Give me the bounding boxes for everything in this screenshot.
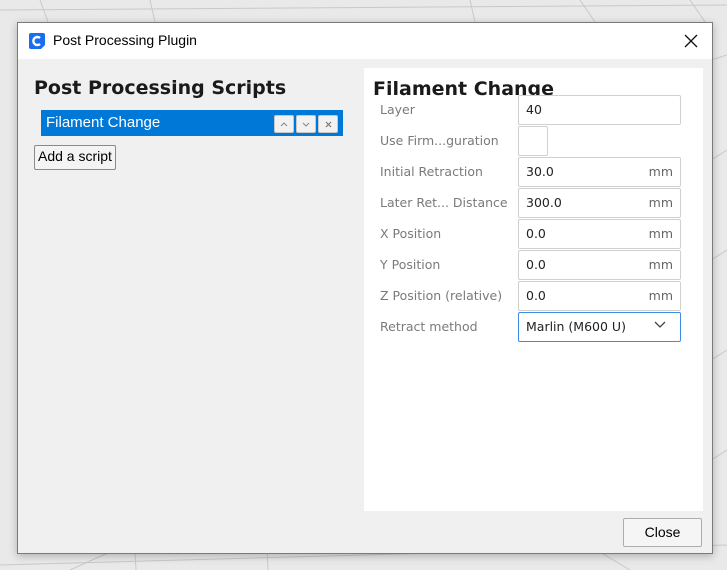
field-value: 40 [526,102,542,117]
setting-label: Initial Retraction [380,164,483,179]
use-firmware-configuration-checkbox[interactable] [518,126,548,156]
select-value: Marlin (M600 U) [526,319,626,334]
x-position-input[interactable]: 0.0 mm [518,219,681,249]
setting-label: Use Firm...guration [380,133,499,148]
setting-label: Layer [380,102,415,117]
field-value: 0.0 [526,226,546,241]
setting-row-initial-retraction: Initial Retraction 30.0 mm [364,157,703,188]
close-icon [684,34,698,48]
retract-method-select[interactable]: Marlin (M600 U) [518,312,681,342]
y-position-input[interactable]: 0.0 mm [518,250,681,280]
move-down-button[interactable] [296,115,316,133]
chevron-down-icon [302,122,310,127]
field-unit: mm [648,288,673,303]
setting-label: Retract method [380,319,478,334]
title-bar[interactable]: Post Processing Plugin [18,23,712,59]
later-retraction-distance-input[interactable]: 300.0 mm [518,188,681,218]
close-button[interactable]: Close [623,518,702,547]
field-unit: mm [648,226,673,241]
field-value: 30.0 [526,164,554,179]
script-settings-panel: Filament Change Layer 40 Use Firm...gura… [364,68,703,511]
window-title: Post Processing Plugin [53,32,197,48]
field-value: 300.0 [526,195,562,210]
script-item-label: Filament Change [46,114,161,131]
setting-row-use-firmware-configuration: Use Firm...guration [364,126,703,157]
setting-label: X Position [380,226,442,241]
close-icon [325,121,331,127]
field-unit: mm [648,257,673,272]
z-position-input[interactable]: 0.0 mm [518,281,681,311]
setting-row-x-position: X Position 0.0 mm [364,219,703,250]
setting-row-y-position: Y Position 0.0 mm [364,250,703,281]
close-window-button[interactable] [678,28,704,54]
cura-logo-icon [29,33,45,49]
script-list-item[interactable]: Filament Change [41,110,343,136]
chevron-up-icon [280,121,288,126]
add-script-button[interactable]: Add a script [34,145,116,170]
post-processing-dialog: Post Processing Plugin Post Processing S… [17,22,713,554]
layer-input[interactable]: 40 [518,95,681,125]
setting-row-z-position: Z Position (relative) 0.0 mm [364,281,703,312]
scripts-heading: Post Processing Scripts [34,77,287,99]
chevron-down-icon [654,321,666,328]
field-value: 0.0 [526,288,546,303]
setting-label: Later Ret... Distance [380,195,508,210]
move-up-button[interactable] [274,115,294,133]
setting-label: Y Position [380,257,441,272]
setting-label: Z Position (relative) [380,288,503,303]
field-value: 0.0 [526,257,546,272]
script-item-actions [274,115,338,133]
field-unit: mm [648,195,673,210]
setting-row-later-retraction-distance: Later Ret... Distance 300.0 mm [364,188,703,219]
field-unit: mm [648,164,673,179]
setting-row-retract-method: Retract method Marlin (M600 U) [364,312,703,343]
setting-row-layer: Layer 40 [364,95,703,126]
remove-script-button[interactable] [318,115,338,133]
initial-retraction-input[interactable]: 30.0 mm [518,157,681,187]
